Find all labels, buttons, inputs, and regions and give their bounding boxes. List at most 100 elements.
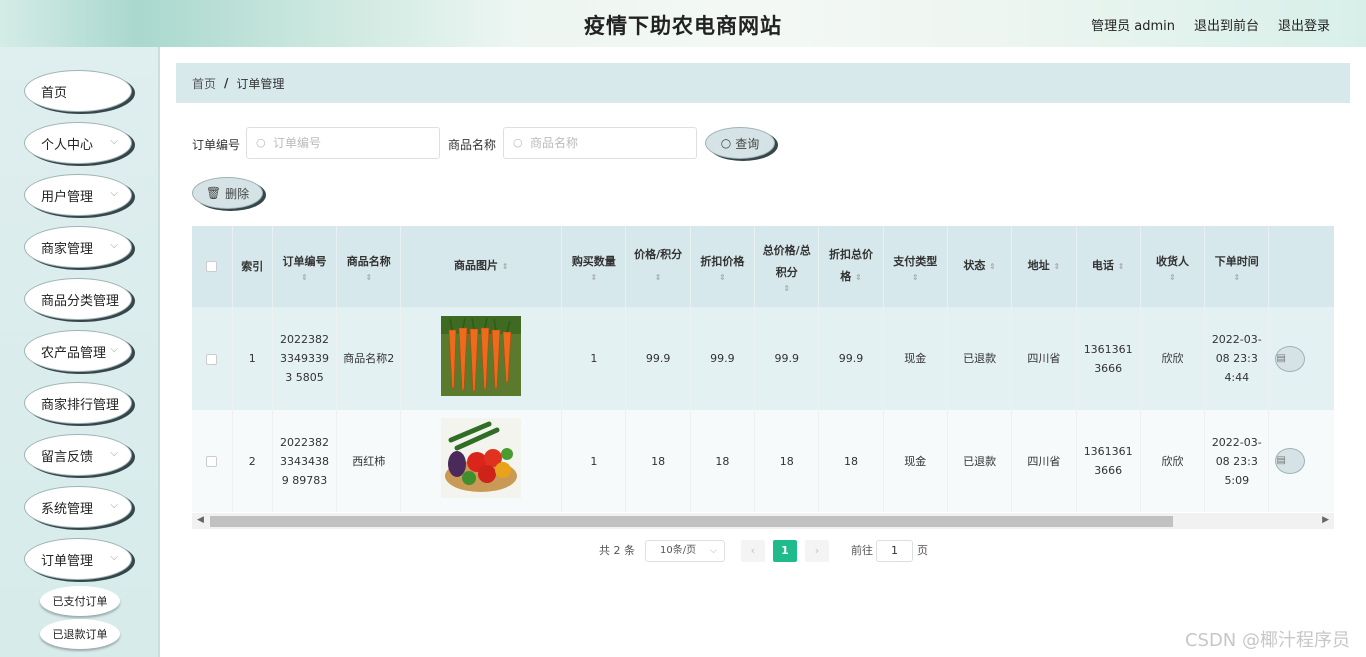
cell-quantity: 1 xyxy=(561,307,627,410)
sort-icon[interactable]: ⇕ xyxy=(1118,262,1125,271)
table-row[interactable]: 2 202238233434389 89783 西红柿 1 18 18 18 1… xyxy=(192,410,1334,512)
cell-quantity: 1 xyxy=(561,410,627,512)
breadcrumb-home[interactable]: 首页 xyxy=(192,75,216,92)
column-header[interactable]: 下单时间 ⇕ xyxy=(1204,226,1270,307)
sidebar-item-label: 商家排行管理 xyxy=(41,397,120,413)
page-size-select[interactable]: 10条/页 ⌵ xyxy=(645,540,725,562)
logout-link[interactable]: 退出登录 xyxy=(1278,15,1330,34)
scroll-left-arrow-icon[interactable]: ◀ xyxy=(197,515,204,525)
delete-button[interactable]: 🗑 删除 xyxy=(192,177,263,209)
page-number-current[interactable]: 1 xyxy=(773,540,797,562)
cell-address: 四川省 xyxy=(1011,307,1077,410)
sidebar-item-home[interactable]: 首页 xyxy=(24,70,132,112)
sidebar-item-farm-products[interactable]: 农产品管理 ⌵ xyxy=(24,330,132,372)
sidebar-subitem-paid-orders[interactable]: 已支付订单 xyxy=(40,586,120,616)
sort-icon[interactable]: ⇕ xyxy=(1211,273,1262,283)
sort-icon[interactable]: ⇕ xyxy=(890,273,941,283)
next-page-button[interactable]: › xyxy=(805,540,829,562)
column-header[interactable]: 状态 ⇕ xyxy=(947,226,1013,307)
column-header[interactable]: 商品图片 ⇕ xyxy=(400,226,563,307)
cell-receiver: 欣欣 xyxy=(1140,410,1206,512)
column-header[interactable]: 折扣价格 ⇕ xyxy=(690,226,756,307)
sort-icon[interactable]: ⇕ xyxy=(655,273,662,282)
sort-icon[interactable]: ⇕ xyxy=(989,262,996,271)
breadcrumb: 首页 / 订单管理 xyxy=(176,63,1350,103)
product-image-vegetables[interactable] xyxy=(441,418,522,498)
query-button[interactable]: ○ 查询 xyxy=(705,127,775,159)
view-details-button[interactable]: ▤ xyxy=(1275,345,1306,372)
row-checkbox[interactable] xyxy=(206,456,218,467)
cell-actions: ▤ xyxy=(1268,307,1334,410)
cell-total-price: 99.9 xyxy=(754,307,820,410)
admin-user-link[interactable]: 管理员 admin xyxy=(1091,15,1175,34)
sort-icon[interactable]: ⇕ xyxy=(502,262,509,271)
sort-icon[interactable]: ⇕ xyxy=(855,273,862,282)
product-image-carrots[interactable] xyxy=(441,315,522,396)
product-name-input[interactable]: ○ 商品名称 xyxy=(503,127,697,159)
sort-icon[interactable]: ⇕ xyxy=(279,273,330,283)
column-header-label: 支付类型 xyxy=(893,254,938,268)
view-details-button[interactable]: ▤ xyxy=(1275,448,1306,474)
header-links: 管理员 admin 退出到前台 退出登录 xyxy=(1091,15,1330,34)
chevron-down-icon: ⌵ xyxy=(710,546,717,556)
cell-index: 2 xyxy=(232,410,273,512)
cell-price: 99.9 xyxy=(625,307,691,410)
sidebar-item-label: 订单管理 xyxy=(41,553,94,569)
order-no-placeholder: 订单编号 xyxy=(273,136,322,150)
sidebar-item-label: 个人中心 xyxy=(41,137,94,153)
back-to-frontend-link[interactable]: 退出到前台 xyxy=(1194,15,1259,34)
sidebar-item-users[interactable]: 用户管理 ⌵ xyxy=(24,174,132,216)
row-select-cell xyxy=(192,307,233,410)
column-header-label: 电话 xyxy=(1091,259,1114,272)
column-header[interactable]: 支付类型 ⇕ xyxy=(883,226,948,307)
search-icon: ○ xyxy=(513,136,523,149)
scroll-right-arrow-icon[interactable]: ▶ xyxy=(1322,515,1329,525)
column-header[interactable]: 电话 ⇕ xyxy=(1076,226,1141,307)
order-no-input[interactable]: ○ 订单编号 xyxy=(246,127,440,159)
sort-icon[interactable]: ⇕ xyxy=(1147,273,1198,283)
column-header[interactable]: 总价格/总积分 ⇕ xyxy=(754,226,820,307)
sidebar-item-system[interactable]: 系统管理 ⌵ xyxy=(24,486,132,528)
prev-page-button[interactable]: ‹ xyxy=(741,540,765,562)
column-header-label: 索引 xyxy=(241,259,264,273)
column-header[interactable]: 购买数量 ⇕ xyxy=(561,226,627,307)
table-row[interactable]: 1 202238233493393 5805 商品名称2 1 99.9 99.9… xyxy=(192,307,1334,410)
sidebar-item-label: 首页 xyxy=(41,85,68,101)
scrollbar-thumb[interactable] xyxy=(210,516,1173,527)
goto-page-input[interactable]: 1 xyxy=(876,540,913,562)
chevron-right-icon: › xyxy=(814,544,820,557)
cell-discount-total: 18 xyxy=(818,410,884,512)
cell-price: 18 xyxy=(625,410,691,512)
sidebar-item-merchants[interactable]: 商家管理 ⌵ xyxy=(24,226,132,268)
product-name-label: 商品名称 xyxy=(448,138,497,152)
sort-icon[interactable]: ⇕ xyxy=(343,273,394,283)
column-header[interactable]: 商品名称 ⇕ xyxy=(336,226,402,307)
sidebar-item-orders[interactable]: 订单管理 ⌵ xyxy=(24,538,132,580)
column-header-label: 状态 xyxy=(963,259,986,272)
cell-actions: ▤ xyxy=(1268,410,1334,512)
column-header[interactable]: 收货人 ⇕ xyxy=(1140,226,1206,307)
sidebar-item-profile[interactable]: 个人中心 ⌵ xyxy=(24,122,132,164)
column-header[interactable]: 折扣总价格 ⇕ xyxy=(818,226,884,307)
cell-index: 1 xyxy=(232,307,273,410)
table-horizontal-scrollbar[interactable]: ◀ ▶ xyxy=(192,513,1334,529)
sort-icon[interactable]: ⇕ xyxy=(1053,262,1060,271)
sidebar-item-label: 商品分类管理 xyxy=(41,293,120,309)
column-header[interactable]: 地址 ⇕ xyxy=(1011,226,1077,307)
sidebar-item-feedback[interactable]: 留言反馈 ⌵ xyxy=(24,434,132,476)
sort-icon[interactable]: ⇕ xyxy=(761,284,812,294)
column-header[interactable]: 价格/积分 ⇕ xyxy=(625,226,691,307)
column-header: 索引 xyxy=(232,226,273,307)
column-header[interactable]: 订单编号 ⇕ xyxy=(272,226,338,307)
product-name-placeholder: 商品名称 xyxy=(530,136,579,150)
sort-icon[interactable]: ⇕ xyxy=(568,273,619,283)
sidebar-item-label: 农产品管理 xyxy=(41,345,107,361)
chevron-down-icon: ⌵ xyxy=(110,344,118,355)
sidebar-item-merchant-ranking[interactable]: 商家排行管理 xyxy=(24,382,132,424)
sidebar-subitem-refunded-orders[interactable]: 已退款订单 xyxy=(40,619,120,649)
select-all-checkbox[interactable] xyxy=(206,261,218,272)
sort-icon[interactable]: ⇕ xyxy=(697,273,748,283)
column-header-label: 商品图片 xyxy=(454,259,499,272)
row-checkbox[interactable] xyxy=(206,353,218,365)
sidebar-item-categories[interactable]: 商品分类管理 xyxy=(24,278,132,320)
